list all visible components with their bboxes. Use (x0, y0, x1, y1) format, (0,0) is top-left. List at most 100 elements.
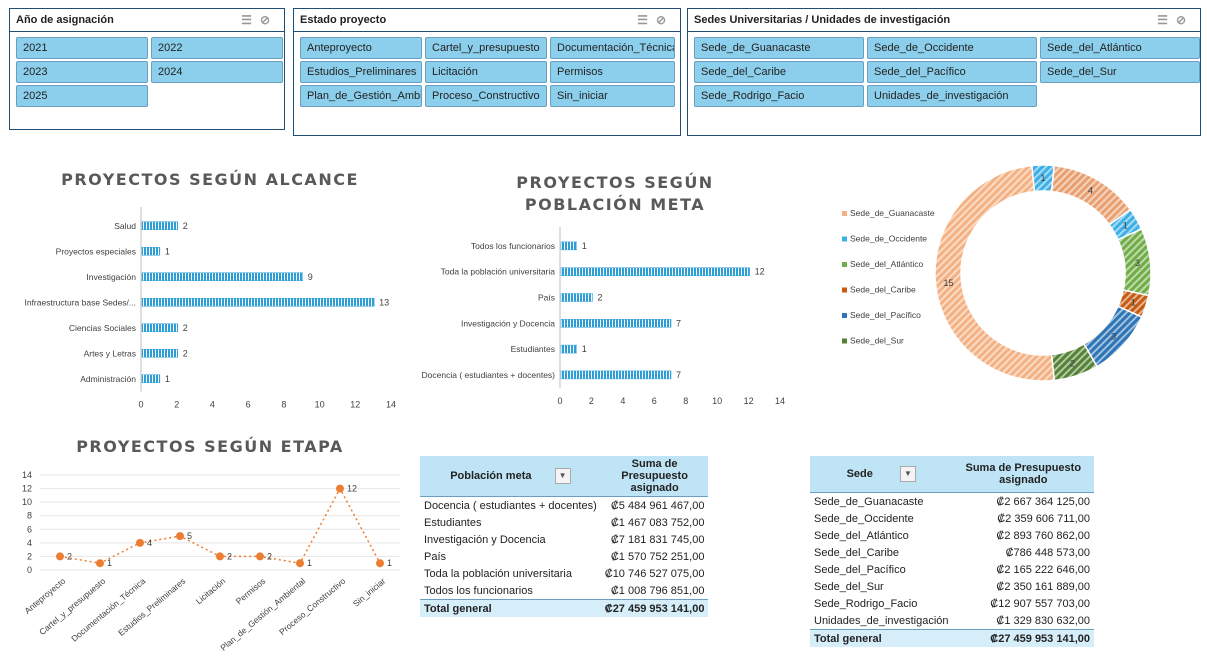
x-tick-label: 2 (589, 396, 594, 406)
data-label: 7 (676, 370, 681, 380)
slicer-estado-title: Estado proyecto (300, 14, 387, 26)
estado-slicer-button[interactable]: Proceso_Constructivo (425, 85, 547, 107)
bar (141, 349, 178, 358)
total-label: Total general (420, 599, 601, 617)
table-row: Sede_de_Guanacaste ₡2 667 364 125,00 (810, 493, 1094, 511)
estado-slicer-button[interactable]: Sin_iniciar (550, 85, 675, 107)
chevron-down-icon[interactable]: ▼ (554, 468, 571, 484)
row-value: ₡786 448 573,00 (1005, 546, 1090, 559)
data-label: 2 (597, 293, 602, 303)
data-label: 5 (187, 531, 192, 541)
data-label: 12 (347, 484, 357, 494)
x-tick-label: 2 (174, 400, 179, 410)
x-tick-label: 12 (744, 396, 754, 406)
estado-slicer-button[interactable]: Anteproyecto (300, 37, 422, 59)
x-tick-label: 6 (652, 396, 657, 406)
data-point (256, 552, 264, 561)
row-label: País (424, 550, 447, 563)
year-slicer-button[interactable]: 2025 (16, 85, 148, 107)
sede-slicer-button[interactable]: Sede_Rodrigo_Facio (694, 85, 864, 107)
clear-filter-icon[interactable]: ⊘ (1176, 13, 1194, 27)
category-label: Administración (80, 374, 136, 384)
estado-slicer-button[interactable]: Documentación_Técnica (550, 37, 675, 59)
chevron-down-icon[interactable]: ▼ (899, 466, 916, 482)
data-label: 2 (267, 551, 272, 561)
multi-select-icon[interactable]: ☰ (1157, 13, 1176, 27)
estado-slicer-button[interactable]: Plan_de_Gestión_Ambi... (300, 85, 422, 107)
y-tick-label: 4 (27, 538, 32, 548)
category-label: Investigación y Docencia (461, 318, 555, 328)
data-point (136, 538, 144, 547)
chart-etapa: 0246810121421452 21121AnteproyectoCartel_… (22, 470, 400, 653)
total-row: Total general ₡27 459 953 141,00 (810, 629, 1094, 647)
category-label: Estudiantes (511, 344, 555, 354)
bar (141, 247, 161, 256)
row-label: Docencia ( estudiantes + docentes) (424, 499, 597, 512)
x-tick-label: 14 (386, 400, 396, 410)
slice-label: 1 (1123, 221, 1128, 231)
table-row: Todos los funcionarios ₡1 008 796 851,00 (420, 582, 708, 600)
chart-alcance: Salud 2 Proyectos especiales 1 Investigación… (24, 207, 396, 410)
table-row: Unidades_de_investigación ₡1 329 830 632,… (810, 612, 1094, 630)
bar (141, 298, 375, 307)
sede-slicer-button[interactable]: Sede_del_Sur (1040, 61, 1200, 83)
data-label: 1 (387, 558, 392, 568)
data-label: 9 (308, 272, 313, 282)
year-slicer-button[interactable]: 2022 (151, 37, 283, 59)
x-tick-label: 10 (315, 400, 325, 410)
slicer-sedes-header: Sedes Universitarias / Unidades de inves… (688, 9, 1200, 32)
estado-slicer-button[interactable]: Cartel_y_presupuesto (425, 37, 547, 59)
x-tick-label: Sin_iniciar (351, 576, 388, 609)
row-label: Toda la población universitaria (424, 567, 572, 580)
bar (141, 323, 178, 332)
data-label: 2 (227, 551, 232, 561)
row-label: Investigación y Docencia (424, 533, 546, 546)
sede-slicer-button[interactable]: Sede_de_Occidente (867, 37, 1037, 59)
sede-slicer-button[interactable]: Sede_del_Caribe (694, 61, 864, 83)
table-row: Sede_del_Pacífico ₡2 165 222 646,00 (810, 561, 1094, 578)
chart-poblacion: Todos los funcionarios 1 Toda la población… (422, 227, 785, 406)
bar (560, 241, 577, 251)
estado-slicer-button[interactable]: Permisos (550, 61, 675, 83)
sede-slicer-button[interactable]: Sede_del_Pacífico (867, 61, 1037, 83)
clear-filter-icon[interactable]: ⊘ (260, 13, 278, 27)
slicer-estado: Estado proyecto ☰⊘ Anteproyecto Cartel_y_… (293, 8, 681, 136)
slicer-year-header: Año de asignación ☰⊘ (10, 9, 284, 32)
year-slicer-button[interactable]: 2024 (151, 61, 283, 83)
x-tick-label: 12 (350, 400, 360, 410)
multi-select-icon[interactable]: ☰ (241, 13, 260, 27)
x-tick-label: 6 (246, 400, 251, 410)
row-label: Sede_del_Pacífico (814, 563, 906, 576)
slice-label: 1 (1040, 173, 1045, 183)
x-tick-label: Licitación (194, 576, 228, 607)
table-row: Sede_Rodrigo_Facio ₡12 907 557 703,00 (810, 595, 1094, 612)
clear-filter-icon[interactable]: ⊘ (656, 13, 674, 27)
legend-swatch (842, 262, 847, 267)
bar (560, 370, 672, 380)
multi-select-icon[interactable]: ☰ (637, 13, 656, 27)
data-label: 1 (165, 246, 170, 256)
estado-slicer-button[interactable]: Licitación (425, 61, 547, 83)
y-tick-label: 6 (27, 524, 32, 534)
sede-slicer-button[interactable]: Sede_del_Atlántico (1040, 37, 1200, 59)
slicer-estado-header: Estado proyecto ☰⊘ (294, 9, 680, 32)
bar (141, 374, 161, 383)
data-label: 2 (183, 221, 188, 231)
year-slicer-button[interactable]: 2021 (16, 37, 148, 59)
sede-slicer-button[interactable]: Sede_de_Guanacaste (694, 37, 864, 59)
bar (560, 344, 577, 354)
legend-swatch (842, 313, 847, 318)
row-value: ₡1 570 752 251,00 (610, 550, 705, 563)
data-label: 7 (676, 318, 681, 328)
sede-slicer-button[interactable]: Unidades_de_investigación (867, 85, 1037, 107)
year-slicer-button[interactable]: 2023 (16, 61, 148, 83)
bar (560, 267, 750, 276)
estado-slicer-button[interactable]: Estudios_Preliminares (300, 61, 422, 83)
y-tick-label: 10 (22, 497, 32, 507)
category-label: Investigación (86, 272, 136, 282)
data-point (376, 559, 384, 568)
table-poblacion: Población meta ▼ Suma de Presupuesto asi… (420, 456, 709, 617)
slicer-sedes-title: Sedes Universitarias / Unidades de inves… (694, 14, 951, 26)
row-label: Sede_del_Sur (814, 580, 884, 593)
chart-title-etapa: PROYECTOS SEGÚN ETAPA (76, 437, 344, 456)
